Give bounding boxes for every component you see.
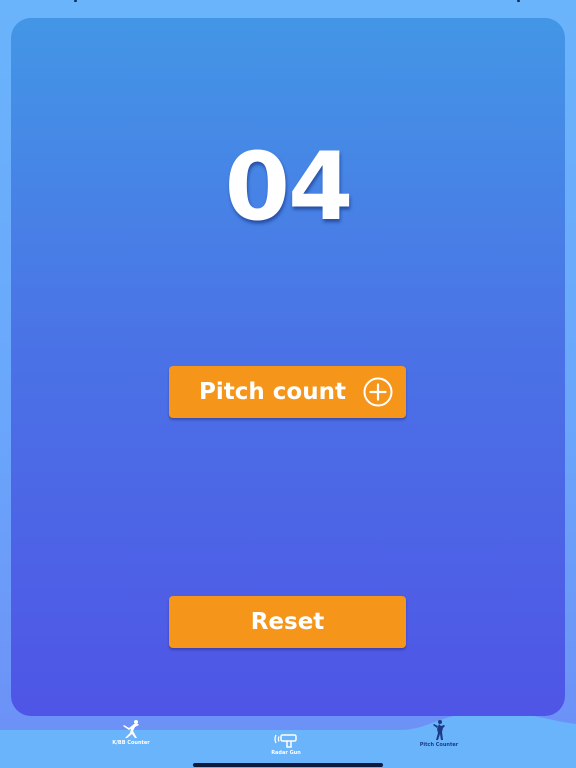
tab-kbb-counter-label: K/BB Counter [112,740,150,746]
pitcher-throwing-icon [123,720,139,738]
home-indicator [193,763,383,767]
tab-radar-gun[interactable]: Radar Gun [258,731,314,756]
status-indicator-icon [74,0,77,2]
pitch-count-display: 04 [224,133,354,242]
tab-radar-gun-label: Radar Gun [271,750,301,756]
status-indicator-icon [517,0,520,2]
tab-pitch-counter[interactable]: Pitch Counter [414,719,464,748]
pitch-count-button[interactable]: Pitch count [169,366,406,418]
tab-bar: K/BB Counter Radar Gun Pitch Counter [0,716,576,768]
radar-gun-icon [274,734,297,748]
reset-button[interactable]: Reset [169,596,406,648]
pitcher-windup-icon [433,720,445,740]
status-bar [0,0,576,8]
plus-circle-icon [363,377,393,407]
tab-pitch-counter-label: Pitch Counter [419,742,459,748]
pitch-count-button-label: Pitch count [199,379,346,405]
tab-kbb-counter[interactable]: K/BB Counter [106,719,156,746]
reset-button-label: Reset [250,609,325,635]
